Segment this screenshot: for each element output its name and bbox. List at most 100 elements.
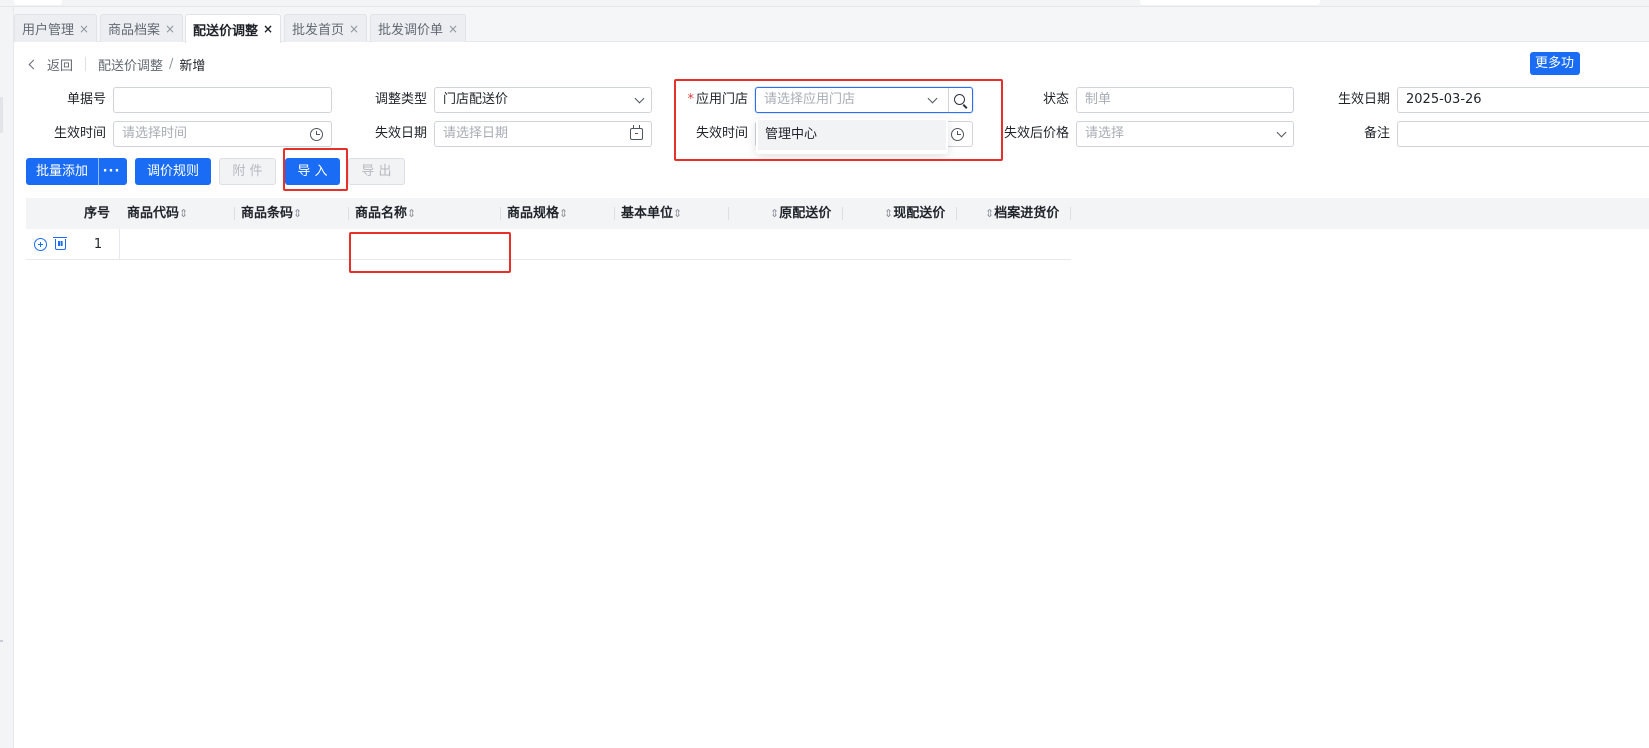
chevron-down-icon	[634, 93, 645, 103]
adjust-type-select[interactable]: 门店配送价	[434, 87, 652, 113]
apply-store-dropdown: 管理中心	[756, 118, 948, 154]
tab-label: 商品档案	[108, 23, 161, 38]
table-header: 序号 商品代码⇕ 商品条码⇕ 商品名称⇕ 商品规格⇕ 基本单位⇕ ⇕原配送价 ⇕…	[26, 198, 1649, 229]
column-header-label: 档案进货价	[994, 206, 1060, 221]
left-sidebar-strip	[0, 7, 14, 748]
breadcrumb-separator: /	[169, 56, 174, 72]
sort-icon[interactable]: ⇕	[985, 207, 994, 220]
apply-store-placeholder: 请选择应用门店	[764, 92, 856, 107]
sort-icon[interactable]: ⇕	[884, 207, 893, 220]
breadcrumb-divider	[85, 57, 87, 71]
expire-date-picker[interactable]: 请选择日期	[434, 121, 652, 147]
clock-icon	[951, 127, 964, 141]
attachment-button[interactable]: 附 件	[219, 158, 276, 185]
row-divider	[119, 229, 120, 260]
expire-time-label: 失效时间	[695, 126, 748, 141]
column-header-label: 序号	[84, 206, 111, 221]
column-header-label: 商品名称	[355, 206, 408, 221]
apply-store-search-button[interactable]	[948, 88, 972, 112]
column-header-barcode[interactable]: 商品条码⇕	[241, 198, 302, 229]
column-header-label: 商品条码	[241, 206, 294, 221]
column-header-spec[interactable]: 商品规格⇕	[507, 198, 568, 229]
column-header-new-price[interactable]: ⇕现配送价	[884, 198, 945, 229]
close-icon[interactable]: ×	[263, 22, 273, 36]
top-bar-stub-right	[1140, 0, 1320, 5]
row-seq: 1	[93, 237, 103, 252]
breadcrumb-parent[interactable]: 配送价调整	[98, 55, 163, 74]
tab-user-management[interactable]: 用户管理 ×	[14, 14, 98, 42]
apply-store-select[interactable]: 请选择应用门店	[755, 87, 973, 113]
column-divider	[234, 207, 235, 220]
sidebar-tick	[0, 640, 3, 642]
effective-date-value: 2025-03-26	[1406, 92, 1482, 107]
close-icon[interactable]: ×	[165, 22, 175, 36]
effective-time-placeholder: 请选择时间	[122, 126, 188, 141]
sort-icon[interactable]: ⇕	[673, 207, 682, 220]
doc-no-label: 单据号	[66, 92, 106, 107]
column-divider	[614, 207, 615, 220]
effective-date-input[interactable]: 2025-03-26	[1397, 87, 1649, 113]
adjust-type-value: 门店配送价	[443, 92, 509, 107]
batch-add-more-button[interactable]: ···	[98, 158, 124, 185]
column-divider	[500, 207, 501, 220]
more-button[interactable]: 更多功	[1530, 52, 1580, 75]
status-input: 制单	[1076, 87, 1294, 113]
close-icon[interactable]: ×	[79, 22, 89, 36]
sort-icon[interactable]: ⇕	[179, 207, 188, 220]
sort-icon[interactable]: ⇕	[293, 207, 302, 220]
back-link[interactable]: 返回	[47, 55, 73, 74]
table-row: 1	[26, 229, 1071, 260]
required-mark: *	[687, 92, 694, 107]
status-label: 状态	[1042, 92, 1069, 107]
column-header-unit[interactable]: 基本单位⇕	[621, 198, 682, 229]
import-button[interactable]: 导 入	[285, 158, 340, 185]
tab-label: 配送价调整	[193, 23, 259, 39]
sort-icon[interactable]: ⇕	[407, 207, 416, 220]
tab-wholesale-price-order[interactable]: 批发调价单 ×	[370, 14, 467, 42]
expire-date-label: 失效日期	[374, 126, 427, 141]
sidebar-mark	[0, 97, 3, 133]
tab-label: 批发调价单	[378, 23, 444, 38]
chevron-down-icon	[927, 93, 938, 103]
tab-delivery-price-adjust[interactable]: 配送价调整 ×	[185, 14, 282, 43]
column-header-name[interactable]: 商品名称⇕	[355, 198, 416, 229]
tab-label: 用户管理	[22, 23, 75, 38]
chevron-down-icon	[1276, 127, 1287, 137]
calendar-icon	[630, 125, 643, 140]
breadcrumb: 返回 配送价调整 / 新增	[26, 53, 205, 75]
breadcrumb-current: 新增	[179, 58, 206, 74]
sort-icon[interactable]: ⇕	[770, 207, 779, 220]
column-header-label: 基本单位	[621, 206, 674, 221]
add-circle-icon[interactable]	[34, 238, 47, 251]
price-after-expire-placeholder: 请选择	[1085, 126, 1125, 141]
price-rule-button[interactable]: 调价规则	[135, 158, 211, 185]
column-divider	[956, 207, 957, 220]
column-divider	[728, 207, 729, 220]
column-header-orig-price[interactable]: ⇕原配送价	[770, 198, 831, 229]
sort-icon[interactable]: ⇕	[559, 207, 568, 220]
batch-add-button[interactable]: 批量添加	[26, 158, 98, 185]
back-icon[interactable]	[28, 59, 39, 69]
close-icon[interactable]: ×	[349, 22, 359, 36]
column-header-seq: 序号	[84, 198, 110, 229]
effective-time-label: 生效时间	[53, 126, 106, 141]
tab-wholesale-home[interactable]: 批发首页 ×	[284, 14, 368, 42]
remark-input[interactable]	[1397, 121, 1649, 147]
effective-time-picker[interactable]: 请选择时间	[113, 121, 332, 147]
dropdown-option[interactable]: 管理中心	[758, 120, 946, 150]
column-header-purchase-price[interactable]: ⇕档案进货价	[985, 198, 1059, 229]
effective-date-label: 生效日期	[1337, 92, 1390, 107]
remark-label: 备注	[1363, 126, 1390, 141]
close-icon[interactable]: ×	[448, 22, 458, 36]
adjust-type-label: 调整类型	[374, 92, 427, 107]
column-header-label: 商品代码	[127, 206, 180, 221]
trash-icon[interactable]	[53, 237, 67, 250]
doc-no-input[interactable]	[113, 87, 332, 113]
search-icon	[954, 93, 965, 105]
column-header-code[interactable]: 商品代码⇕	[127, 198, 188, 229]
tab-product-archive[interactable]: 商品档案 ×	[100, 14, 184, 42]
column-header-label: 现配送价	[893, 206, 946, 221]
export-button[interactable]: 导 出	[348, 158, 405, 185]
batch-add-button-group: 批量添加 ···	[26, 158, 127, 185]
price-after-expire-select[interactable]: 请选择	[1076, 121, 1294, 147]
